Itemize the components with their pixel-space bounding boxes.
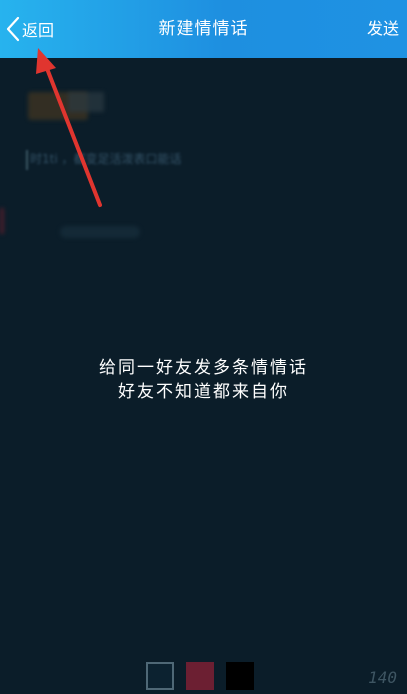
background-color-picker <box>146 662 254 690</box>
color-swatch-dark-blue[interactable] <box>146 662 174 690</box>
blurred-background-text: 时1ti ，都变足活泼表口能话 <box>30 152 182 166</box>
message-line-2: 好友不知道都来自你 <box>118 382 289 402</box>
back-button[interactable]: 返回 <box>6 14 54 44</box>
overlay-message: 给同一好友发多条情情话 好友不知道都来自你 <box>0 356 407 404</box>
chevron-left-icon <box>6 16 20 42</box>
character-counter: 140 <box>368 668 397 687</box>
blurred-nickname <box>68 92 104 112</box>
new-love-message-screen: 新建情情话 返回 发送 时1ti ，都变足活泼表口能话 给同一好友发多条情情话 … <box>0 0 407 694</box>
message-editor[interactable]: 时1ti ，都变足活泼表口能话 给同一好友发多条情情话 好友不知道都来自你 14… <box>0 58 407 694</box>
page-title: 新建情情话 <box>158 19 249 39</box>
text-cursor <box>26 150 28 170</box>
send-button[interactable]: 发送 <box>367 14 399 44</box>
back-label: 返回 <box>22 21 55 40</box>
color-swatch-red[interactable] <box>186 662 214 690</box>
color-swatch-black[interactable] <box>226 662 254 690</box>
blurred-divider <box>60 226 140 238</box>
message-line-1: 给同一好友发多条情情话 <box>99 358 308 378</box>
blurred-edge <box>0 208 4 234</box>
top-bar: 新建情情话 返回 发送 <box>0 0 407 58</box>
